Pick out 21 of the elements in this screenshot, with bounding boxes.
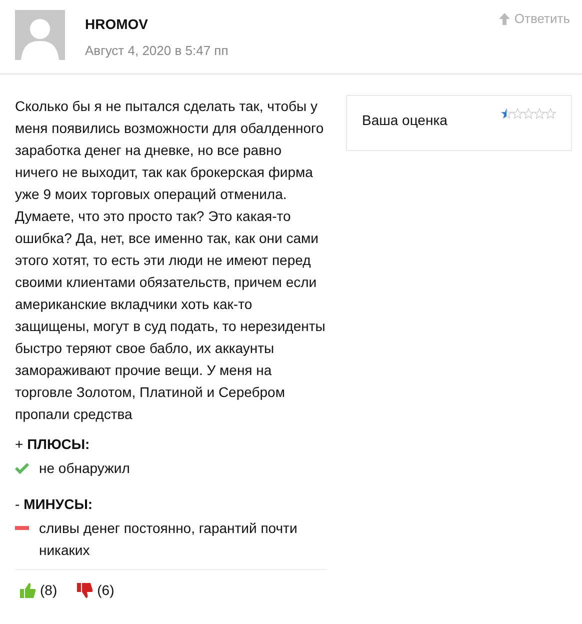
rating-star[interactable] <box>512 108 523 119</box>
minus-icon <box>15 526 29 530</box>
thumbs-down-icon <box>77 583 94 598</box>
section-item: не обнаружил <box>39 459 130 478</box>
rating-star[interactable] <box>545 108 556 119</box>
section-heading: + ПЛЮСЫ: <box>15 435 91 454</box>
rating-star[interactable] <box>523 108 534 119</box>
section-heading: - МИНУСЫ: <box>15 495 94 514</box>
author-name: HROMOV <box>85 15 149 34</box>
comment-date: Август 4, 2020 в 5:47 пп <box>85 42 230 60</box>
rating-star[interactable] <box>501 108 512 119</box>
avatar-icon <box>15 10 65 60</box>
thumbs-up-icon <box>20 583 36 598</box>
rating-star[interactable] <box>534 108 545 119</box>
rating-label: Ваша оценка <box>362 111 448 130</box>
arrow-up-icon <box>499 13 510 25</box>
vote-button[interactable]: (8) <box>20 580 58 601</box>
comment-text: Сколько бы я не пытался сделать так, чтобы у меня появились возможности для обалденного заработка денег на дневке, но все равно ничего не выходит, так как брокерская фирма уже 9 моих торговых операций отменила. Думаете, что это просто так? Это какая-то ошибка? Да, нет, все именно так, как они сами этого хотят, то есть эти люди не имеют перед своими клиентами обязательств, причем если американские вкладчики хоть как-то защищены, могут в суд подать, то нерезиденты быстро теряют свое бабло, их аккаунты замораживают прочие вещи. У меня на торговле Золотом, Платиной и Серебром пропали средства <box>15 97 326 424</box>
check-icon <box>15 462 29 474</box>
vote-button[interactable]: (6) <box>77 580 114 601</box>
section-item: сливы денег постоянно, гарантий почти никаких <box>39 519 298 560</box>
